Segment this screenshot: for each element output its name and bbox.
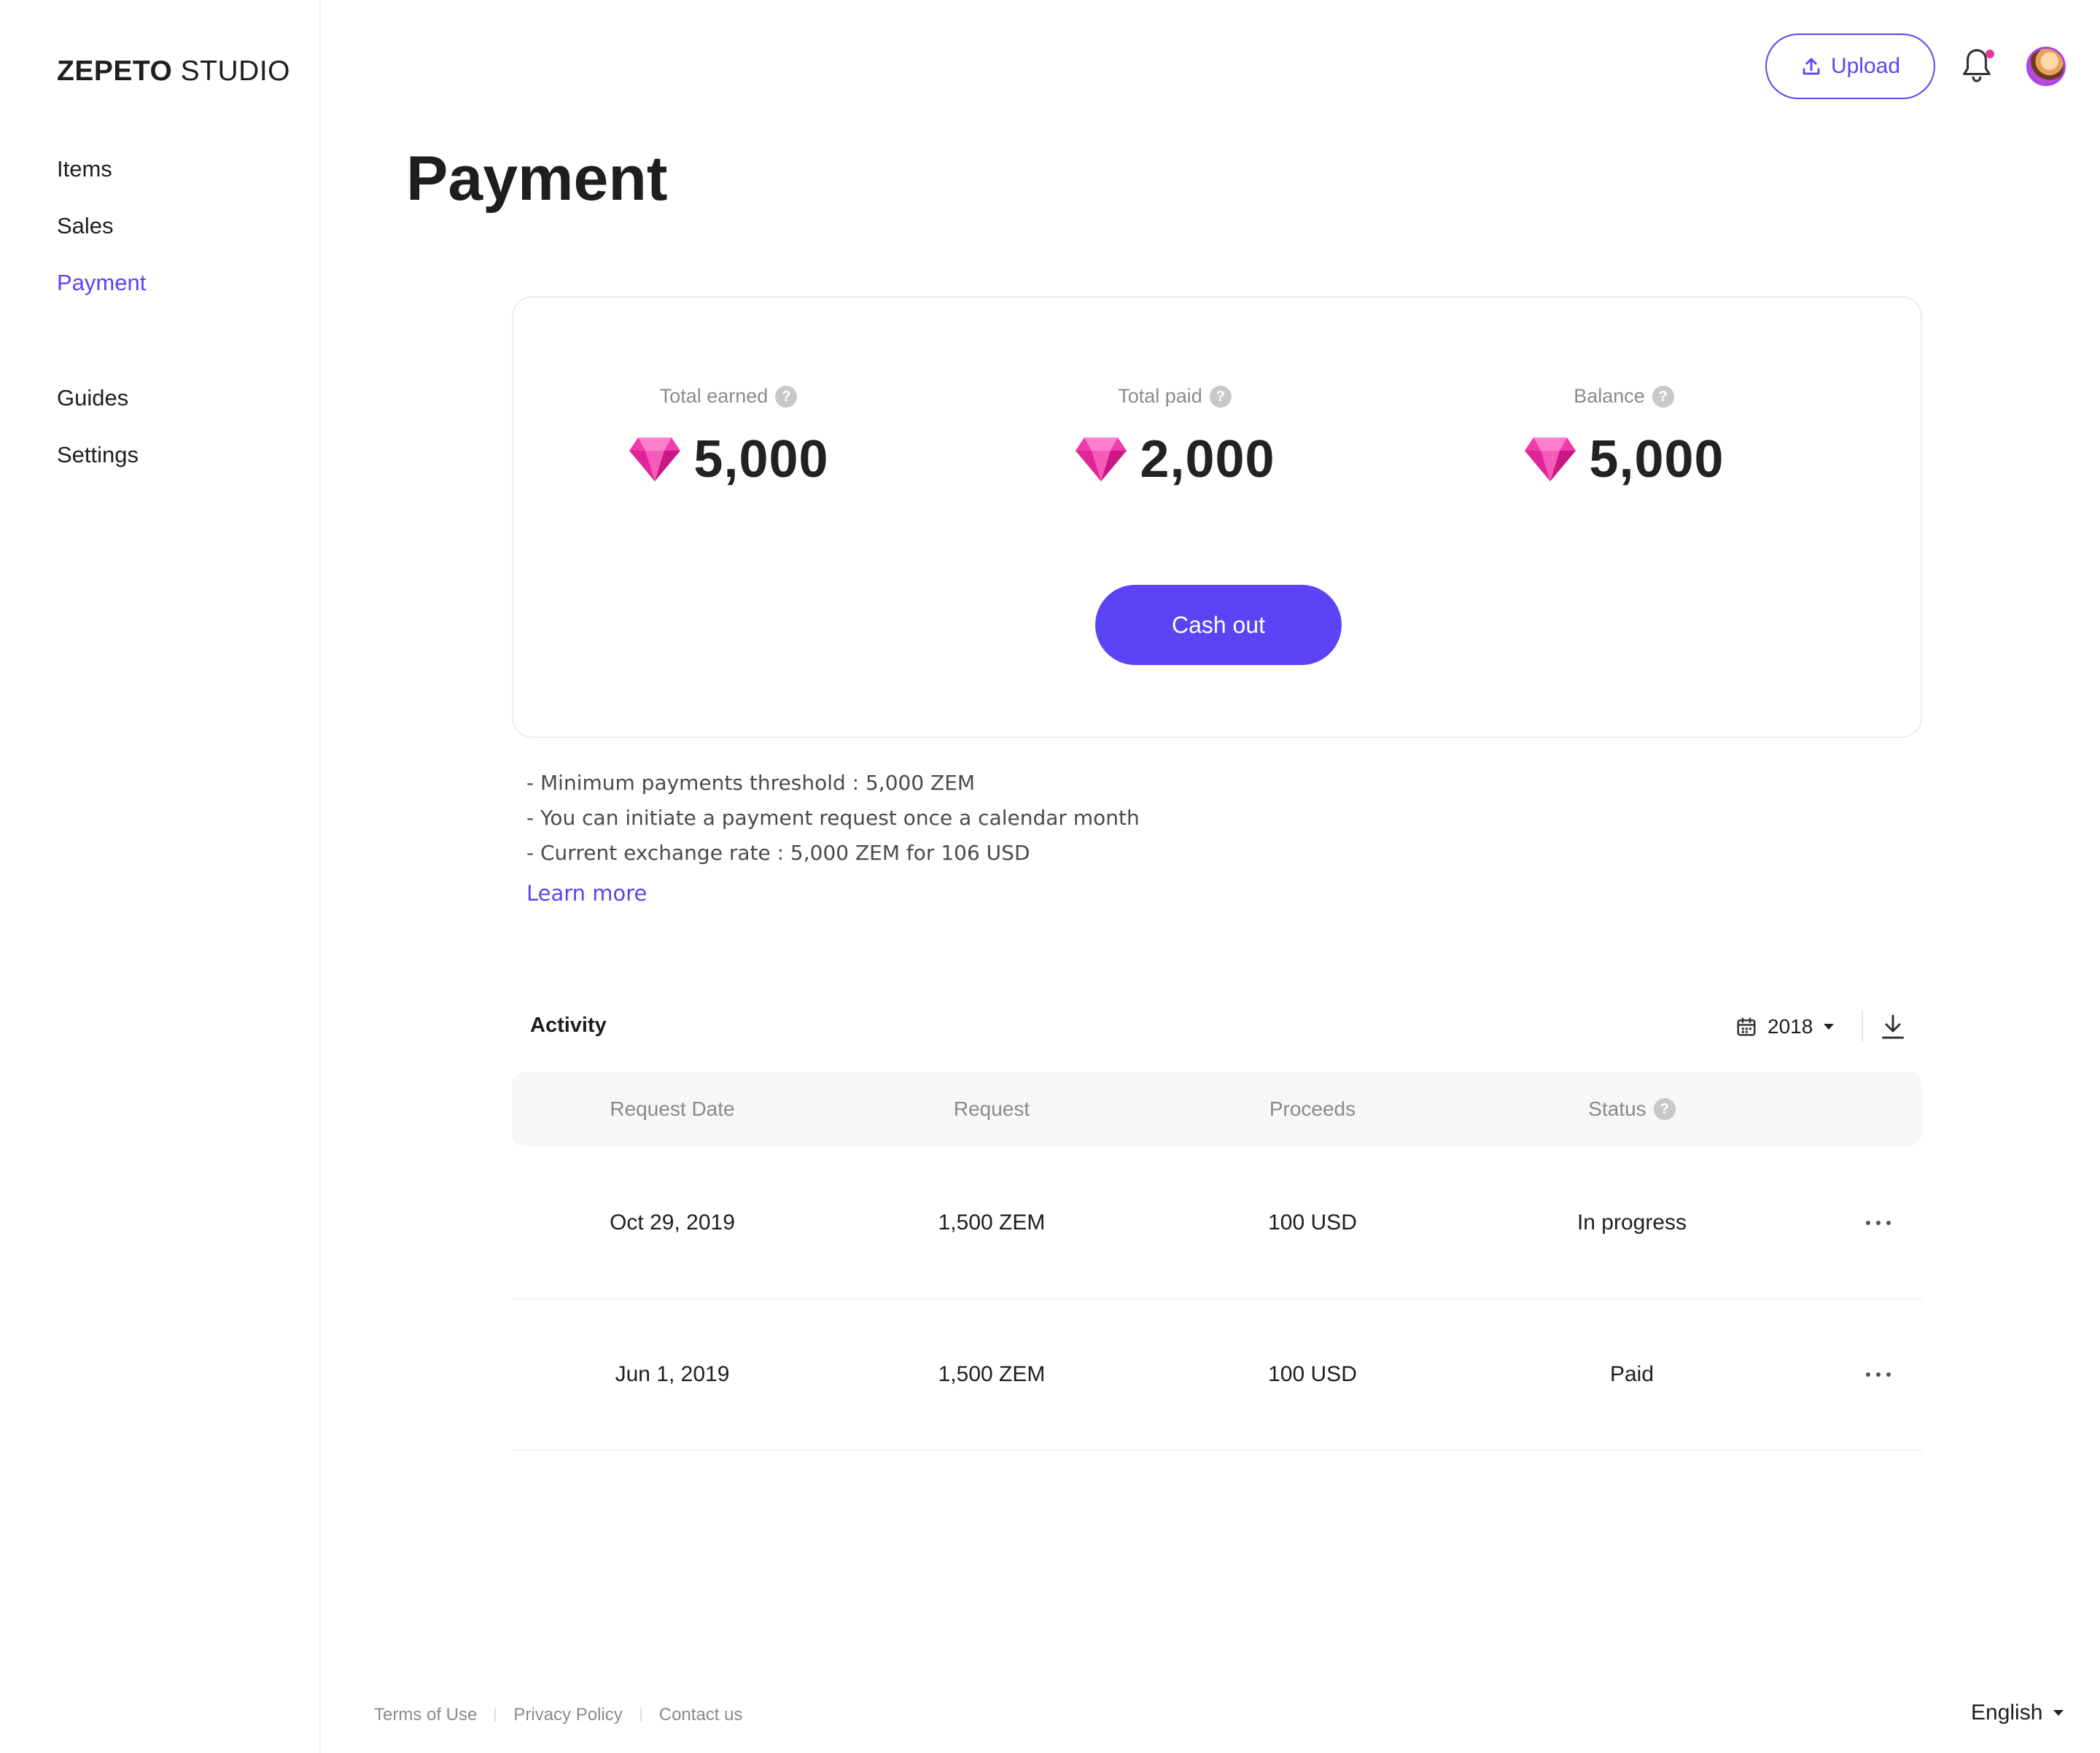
footer-links: Terms of Use Privacy Policy Contact us: [374, 1705, 742, 1725]
help-icon[interactable]: ?: [775, 385, 798, 408]
stat-label-balance: Balance: [1574, 385, 1645, 407]
note-line: - Minimum payments threshold : 5,000 ZEM: [526, 771, 976, 795]
cash-out-button[interactable]: Cash out: [1095, 585, 1342, 665]
more-options-icon[interactable]: [1856, 1148, 1900, 1298]
note-line: - You can initiate a payment request onc…: [526, 806, 1140, 830]
cell-request-date: Jun 1, 2019: [615, 1362, 730, 1386]
cell-request-date: Oct 29, 2019: [610, 1210, 735, 1235]
cell-request: 1,500 ZEM: [938, 1210, 1046, 1235]
language-dropdown[interactable]: English: [1971, 1700, 2064, 1725]
sidebar-item-items[interactable]: Items: [57, 156, 112, 182]
column-header-status: Status ?: [1471, 1072, 1792, 1146]
table-row: Jun 1, 2019 1,500 ZEM 100 USD Paid: [512, 1299, 1922, 1451]
footer-divider: [639, 1709, 642, 1722]
stat-balance: Balance ? 5,000: [1420, 385, 1828, 489]
total-paid-value: 2,000: [1140, 430, 1275, 489]
payment-summary-card: Total earned ? 5,000 Total paid ? 2,000 …: [512, 296, 1922, 738]
column-header-request-date: Request Date: [512, 1072, 833, 1146]
upload-button[interactable]: Upload: [1765, 34, 1935, 99]
help-icon[interactable]: ?: [1209, 385, 1232, 408]
cell-proceeds: 100 USD: [1268, 1362, 1357, 1386]
cell-status: In progress: [1576, 1210, 1687, 1235]
chevron-down-icon: [2053, 1710, 2064, 1716]
column-header-label: Request: [953, 1097, 1030, 1120]
more-options-icon[interactable]: [1856, 1299, 1900, 1450]
stat-label-total-earned: Total earned: [659, 385, 769, 407]
balance-value: 5,000: [1589, 430, 1724, 489]
cell-status: Paid: [1609, 1362, 1654, 1386]
year-dropdown[interactable]: 2018: [1735, 1011, 1835, 1043]
activity-table-header: Request Date Request Proceeds Status ?: [512, 1072, 1922, 1146]
logo-suffix: STUDIO: [172, 55, 290, 87]
stat-total-earned: Total earned ? 5,000: [524, 385, 933, 489]
gem-icon: [629, 438, 681, 481]
note-line: - Current exchange rate : 5,000 ZEM for …: [526, 841, 1030, 865]
upload-label: Upload: [1830, 54, 1901, 78]
footer-link-privacy[interactable]: Privacy Policy: [513, 1705, 622, 1725]
gem-icon: [1076, 438, 1127, 481]
stat-label-total-paid: Total paid: [1118, 385, 1202, 407]
language-value: English: [1971, 1700, 2043, 1725]
year-value: 2018: [1768, 1015, 1813, 1038]
sidebar-item-sales[interactable]: Sales: [57, 213, 114, 239]
sidebar: ZEPETO STUDIO Items Sales Payment Guides…: [0, 0, 321, 1753]
app-root: ZEPETO STUDIO Items Sales Payment Guides…: [0, 0, 2100, 1753]
learn-more-link[interactable]: Learn more: [526, 881, 647, 906]
logo-brand: ZEPETO: [57, 55, 173, 87]
cell-proceeds: 100 USD: [1268, 1210, 1357, 1235]
column-header-label: Request Date: [610, 1097, 735, 1120]
sidebar-item-guides[interactable]: Guides: [57, 385, 128, 411]
column-header-proceeds: Proceeds: [1152, 1072, 1473, 1146]
calendar-icon: [1737, 1017, 1756, 1036]
column-header-label: Status: [1588, 1097, 1646, 1120]
stat-total-paid: Total paid ? 2,000: [971, 385, 1379, 489]
upload-icon: [1802, 58, 1820, 75]
gem-icon: [1525, 438, 1576, 481]
app-logo[interactable]: ZEPETO STUDIO: [57, 55, 290, 88]
sidebar-item-settings[interactable]: Settings: [57, 442, 139, 468]
notification-dot: [1986, 50, 1994, 58]
sidebar-item-payment[interactable]: Payment: [57, 270, 146, 296]
column-header-request: Request: [831, 1072, 1152, 1146]
footer-link-contact[interactable]: Contact us: [659, 1705, 743, 1725]
page-title: Payment: [406, 144, 668, 214]
cell-request: 1,500 ZEM: [938, 1362, 1046, 1386]
toolbar-divider: [1862, 1011, 1863, 1043]
table-row: Oct 29, 2019 1,500 ZEM 100 USD In progre…: [512, 1148, 1922, 1299]
activity-title: Activity: [530, 1014, 607, 1037]
help-icon[interactable]: ?: [1653, 1098, 1676, 1120]
download-icon[interactable]: [1880, 1012, 1906, 1041]
footer-divider: [494, 1709, 497, 1722]
footer-link-terms[interactable]: Terms of Use: [374, 1705, 477, 1725]
user-avatar[interactable]: [2026, 47, 2066, 86]
chevron-down-icon: [1824, 1024, 1835, 1030]
help-icon[interactable]: ?: [1652, 385, 1674, 408]
total-earned-value: 5,000: [693, 430, 829, 489]
payment-notes: - Minimum payments threshold : 5,000 ZEM…: [526, 766, 1140, 871]
column-header-label: Proceeds: [1269, 1097, 1356, 1120]
